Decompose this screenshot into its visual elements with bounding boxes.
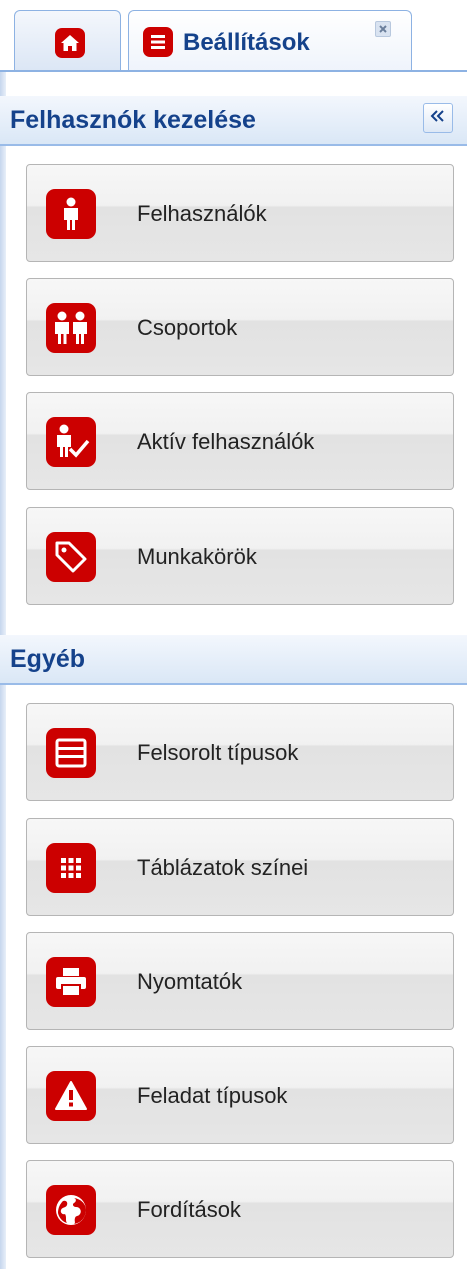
active-users-button[interactable]: Aktív felhasználók: [26, 392, 454, 490]
tag-icon: [46, 532, 96, 582]
globe-icon: [46, 1185, 96, 1235]
double-chevron-left-icon: [430, 109, 446, 128]
translations-button[interactable]: Fordítások: [26, 1160, 454, 1258]
users-label: Felhasználók: [137, 201, 267, 226]
enum-types-button[interactable]: Felsorolt típusok: [26, 703, 454, 801]
groups-button[interactable]: Csoportok: [26, 278, 454, 376]
section-header-other[interactable]: Egyéb: [0, 635, 467, 685]
active-users-label: Aktív felhasználók: [137, 429, 315, 454]
job-roles-label: Munkakörök: [137, 544, 257, 569]
home-icon: [55, 28, 85, 58]
user-icon: [46, 189, 96, 239]
grid-icon: [46, 843, 96, 893]
section-title: Egyéb: [10, 645, 86, 673]
printer-icon: [46, 957, 96, 1007]
job-roles-button[interactable]: Munkakörök: [26, 507, 454, 605]
active-user-icon: [46, 417, 96, 467]
close-icon[interactable]: [375, 21, 391, 37]
task-types-label: Feladat típusok: [137, 1083, 288, 1108]
table-colors-button[interactable]: Táblázatok színei: [26, 818, 454, 916]
list-icon: [143, 27, 173, 57]
section-title: Felhasznók kezelése: [10, 106, 256, 134]
printers-label: Nyomtatók: [137, 969, 243, 994]
tab-settings-label: Beállítások: [183, 29, 310, 56]
tab-settings[interactable]: Beállítások: [128, 10, 412, 74]
enum-list-icon: [46, 728, 96, 778]
table-colors-label: Táblázatok színei: [137, 855, 309, 880]
translations-label: Fordítások: [137, 1197, 241, 1222]
collapse-button[interactable]: [423, 103, 453, 133]
enum-types-label: Felsorolt típusok: [137, 740, 299, 765]
section-header-user-management[interactable]: Felhasznók kezelése: [0, 96, 467, 146]
users-button[interactable]: Felhasználók: [26, 164, 454, 262]
tab-home[interactable]: [14, 10, 121, 72]
groups-label: Csoportok: [137, 315, 238, 340]
task-types-button[interactable]: Feladat típusok: [26, 1046, 454, 1144]
tab-strip: Beállítások: [0, 0, 467, 74]
warning-icon: [46, 1071, 96, 1121]
group-icon: [46, 303, 96, 353]
printers-button[interactable]: Nyomtatók: [26, 932, 454, 1030]
